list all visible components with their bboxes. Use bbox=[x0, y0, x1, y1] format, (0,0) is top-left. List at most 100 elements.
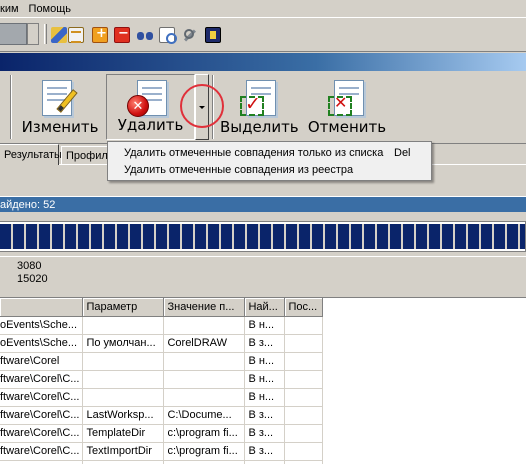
table-cell bbox=[163, 370, 246, 389]
table-cell bbox=[284, 406, 324, 425]
table-cell: В з... bbox=[244, 442, 286, 461]
stat-value-1: 3080 bbox=[17, 260, 42, 272]
toolbar-grip[interactable] bbox=[44, 24, 47, 44]
panel-title-bar bbox=[0, 53, 526, 71]
exit-icon[interactable] bbox=[205, 27, 221, 43]
table-cell: C:\Docume... bbox=[163, 406, 246, 425]
menu-item-delete-from-registry[interactable]: Удалить отмеченные совпадения из реестра bbox=[124, 164, 353, 176]
table-cell bbox=[284, 424, 324, 443]
edit-button[interactable]: Изменить bbox=[20, 76, 100, 140]
list-icon[interactable] bbox=[68, 27, 84, 43]
table-cell: LastWorksp... bbox=[82, 406, 165, 425]
table-row[interactable]: ftware\Corel В н... bbox=[0, 352, 324, 371]
table-cell: c:\program fi... bbox=[163, 460, 246, 464]
table-cell: ftware\Corel\C... bbox=[0, 442, 84, 461]
table-cell: ftware\Corel\C... bbox=[0, 388, 84, 407]
column-header[interactable]: Пос... bbox=[284, 298, 324, 317]
menu-bar: ким Помощь bbox=[0, 0, 526, 17]
tab-profile[interactable]: Профил bbox=[61, 146, 111, 165]
column-header[interactable]: Най... bbox=[244, 298, 286, 317]
table-cell bbox=[82, 316, 165, 335]
binoculars-icon[interactable] bbox=[137, 27, 153, 43]
table-cell bbox=[82, 352, 165, 371]
table-cell bbox=[284, 460, 324, 464]
table-cell: По умолчан... bbox=[82, 334, 165, 353]
table-row[interactable]: ftware\Corel\C... LastWorksp... C:\Docume.… bbox=[0, 406, 324, 425]
found-count-bar: айдено: 52 bbox=[0, 196, 526, 212]
table-cell bbox=[284, 334, 324, 353]
address-combo-button[interactable] bbox=[27, 23, 39, 45]
menu-item-delete-from-list[interactable]: Удалить отмеченные совпадения только из … bbox=[124, 147, 411, 159]
unselect-button-label: Отменить bbox=[307, 118, 387, 136]
table-cell bbox=[163, 352, 246, 371]
stats-panel: 3080 15020 bbox=[0, 258, 526, 298]
table-cell: В н... bbox=[244, 370, 286, 389]
select-button[interactable]: ✓ Выделить bbox=[220, 76, 299, 140]
table-cell bbox=[284, 442, 324, 461]
stat-value-2: 15020 bbox=[17, 273, 48, 285]
table-cell bbox=[284, 352, 324, 371]
column-header[interactable]: Параметр bbox=[82, 298, 165, 317]
tools-icon[interactable] bbox=[181, 27, 197, 43]
table-cell bbox=[284, 316, 324, 335]
table-cell: ftware\Corel\C... bbox=[0, 424, 84, 443]
table-row[interactable]: ftware\Corel\C...EmbedObjDirc:\program f… bbox=[0, 460, 324, 464]
progress-area bbox=[0, 213, 526, 257]
toolbar bbox=[0, 17, 526, 52]
table-cell: CorelDRAW bbox=[163, 334, 246, 353]
search-document-icon[interactable] bbox=[159, 27, 177, 44]
table-cell: EmbedObjDir bbox=[82, 460, 165, 464]
table-cell: В з... bbox=[244, 460, 286, 464]
menu-item-shortcut: Del bbox=[394, 147, 411, 159]
delete-button-label: Удалить bbox=[117, 116, 184, 134]
edit-button-label: Изменить bbox=[21, 118, 99, 136]
table-cell: c:\program fi... bbox=[163, 424, 246, 443]
ribbon: Изменить ✕ Удалить ✓ Выделить ✕ Отменить bbox=[0, 71, 526, 144]
table-row[interactable]: ftware\Corel\C... TemplateDir c:\program f… bbox=[0, 424, 324, 443]
table-cell: ftware\Corel bbox=[0, 352, 84, 371]
table-cell: c:\program fi... bbox=[163, 442, 246, 461]
table-row[interactable]: ftware\Corel\C... TextImportDir c:\program… bbox=[0, 442, 324, 461]
delete-x-icon: ✕ bbox=[127, 95, 149, 117]
table-cell bbox=[163, 388, 246, 407]
menu-item-ki[interactable]: ким bbox=[0, 2, 24, 16]
table-cell: В н... bbox=[244, 316, 286, 335]
checkmark-icon: ✓ bbox=[245, 93, 261, 115]
remove-icon[interactable] bbox=[114, 26, 130, 43]
menu-item-label: Удалить отмеченные совпадения из реестра bbox=[124, 164, 354, 176]
add-icon[interactable] bbox=[92, 26, 108, 43]
results-table: Параметр Значение п... Най... Пос... oEvent… bbox=[0, 297, 526, 464]
import-icon[interactable] bbox=[51, 27, 67, 43]
ribbon-separator bbox=[10, 75, 12, 139]
select-button-label: Выделить bbox=[220, 118, 299, 136]
table-cell: В з... bbox=[244, 406, 286, 425]
menu-item-label: Удалить отмеченные совпадения только из … bbox=[124, 147, 384, 159]
address-box[interactable] bbox=[0, 23, 27, 45]
table-cell bbox=[82, 388, 165, 407]
table-cell: В н... bbox=[244, 388, 286, 407]
column-header[interactable]: Значение п... bbox=[163, 298, 246, 317]
table-cell: ftware\Corel\C... bbox=[0, 370, 84, 389]
table-cell: TextImportDir bbox=[82, 442, 165, 461]
table-row[interactable]: oEvents\Sche... В н... bbox=[0, 316, 324, 335]
progress-bar bbox=[0, 221, 526, 252]
tab-results[interactable]: Результаты bbox=[0, 144, 62, 165]
table-row[interactable]: oEvents\Sche... По умолчан... CorelDRAW В з… bbox=[0, 334, 324, 353]
highlight-circle bbox=[180, 84, 224, 128]
table-cell: oEvents\Sche... bbox=[0, 316, 84, 335]
table-cell bbox=[284, 370, 324, 389]
table-row[interactable]: ftware\Corel\C... В н... bbox=[0, 388, 324, 407]
menu-item-help[interactable]: Помощь bbox=[24, 2, 77, 16]
table-cell: В н... bbox=[244, 352, 286, 371]
table-cell: ftware\Corel\C... bbox=[0, 460, 84, 464]
table-row[interactable]: ftware\Corel\C... В н... bbox=[0, 370, 324, 389]
table-cell bbox=[82, 370, 165, 389]
table-cell bbox=[163, 316, 246, 335]
table-cell: В з... bbox=[244, 334, 286, 353]
column-header[interactable] bbox=[0, 298, 84, 317]
table-cell: TemplateDir bbox=[82, 424, 165, 443]
table-cell: ftware\Corel\C... bbox=[0, 406, 84, 425]
progress-bar-fill bbox=[0, 224, 525, 249]
table-cell: oEvents\Sche... bbox=[0, 334, 84, 353]
unselect-button[interactable]: ✕ Отменить bbox=[306, 76, 388, 140]
